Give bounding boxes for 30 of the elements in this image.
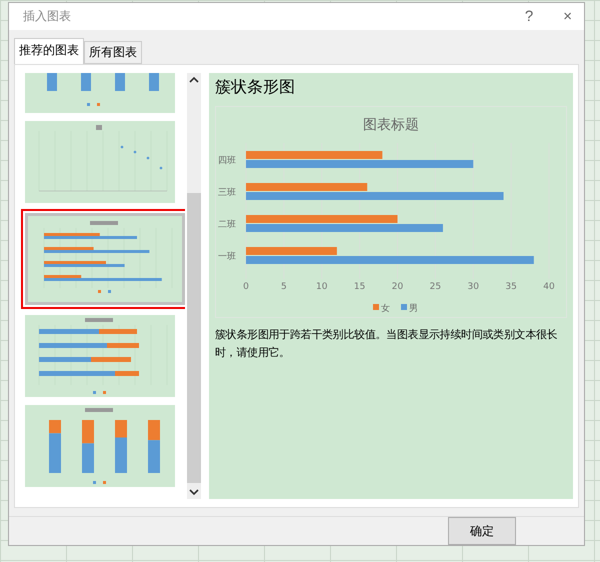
category-label: 三班: [218, 188, 236, 198]
help-button[interactable]: ?: [524, 8, 534, 26]
legend-label: 男: [409, 304, 418, 314]
axis-tick-label: 20: [392, 282, 404, 292]
axis-tick-label: 15: [354, 282, 366, 292]
tab[interactable]: 所有图表: [84, 41, 142, 64]
close-button[interactable]: ×: [563, 8, 572, 26]
scroll-thumb[interactable]: [187, 193, 201, 484]
ok-button[interactable]: 确定: [448, 517, 516, 545]
scrollbar[interactable]: [187, 73, 201, 499]
chart-description: 簇状条形图用于跨若干类别比较值。当图表显示持续时间或类别文本很长时，请使用它。: [215, 327, 558, 362]
tab[interactable]: 推荐的图表: [14, 38, 84, 64]
legend-label: 女: [381, 304, 390, 314]
window-title: 插入图表: [23, 8, 72, 26]
chart-thumbnail[interactable]: [25, 121, 175, 204]
axis-tick-label: 25: [430, 282, 442, 292]
category-label: 一班: [218, 252, 236, 262]
chart-title: 图表标题: [363, 117, 419, 134]
axis-tick-label: 40: [543, 282, 555, 292]
axis-tick-label: 10: [316, 282, 328, 292]
axis-tick-label: 30: [468, 282, 479, 292]
axis-tick-label: 35: [505, 282, 517, 292]
chart-type-heading: 簇状条形图: [215, 77, 296, 98]
chart-thumbnail[interactable]: [25, 73, 175, 114]
chart-thumbnail[interactable]: [25, 315, 175, 398]
category-label: 二班: [218, 220, 236, 230]
category-label: 四班: [218, 156, 236, 166]
axis-tick-label: 5: [281, 282, 287, 292]
axis-tick-label: 0: [243, 282, 249, 292]
chart-thumbnail[interactable]: [25, 405, 175, 488]
